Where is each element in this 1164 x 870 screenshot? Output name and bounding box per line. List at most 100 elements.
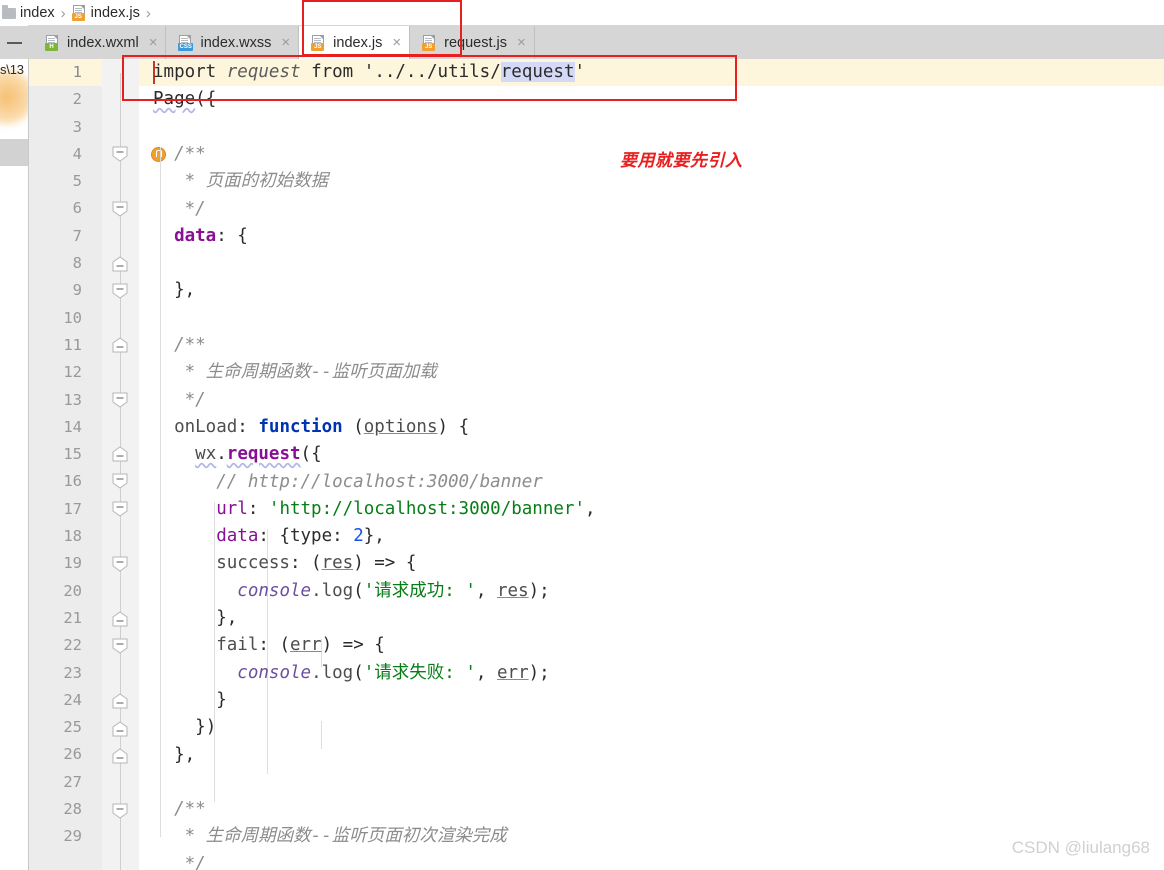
line-number: 13 <box>63 390 82 409</box>
line-number: 20 <box>63 581 82 600</box>
line-number: 22 <box>63 636 82 655</box>
line-number: 3 <box>72 117 82 136</box>
line-number: 11 <box>63 335 82 354</box>
fold-marker-open[interactable] <box>110 281 130 301</box>
line-number: 18 <box>63 527 82 546</box>
code-line[interactable]: onLoad: function (options) { <box>139 414 469 441</box>
breadcrumb-label: index.js <box>90 5 140 21</box>
left-tool-strip: s\13 <box>0 0 29 870</box>
line-number: 1 <box>72 63 82 81</box>
code-line[interactable]: success: (res) => { <box>139 550 416 577</box>
indent-guide <box>321 721 322 749</box>
code-line[interactable]: import request from '../../utils/request… <box>139 59 585 86</box>
code-line[interactable]: /** <box>139 141 206 168</box>
code-line[interactable]: }, <box>139 742 195 769</box>
fold-marker-open[interactable] <box>110 144 130 164</box>
line-number: 24 <box>63 690 82 709</box>
fold-marker-open[interactable] <box>110 390 130 410</box>
line-number: 9 <box>72 281 82 300</box>
breadcrumb-separator-icon: › <box>60 4 66 22</box>
code-line[interactable]: * 生命周期函数--监听页面初次渲染完成 <box>139 823 507 850</box>
fold-marker-open[interactable] <box>110 499 130 519</box>
close-icon[interactable]: × <box>516 35 527 50</box>
annotation-note: 要用就要先引入 <box>620 151 743 171</box>
code-surface[interactable]: import request from '../../utils/request… <box>139 59 1164 870</box>
hide-tabs-button[interactable] <box>3 34 25 52</box>
code-line[interactable] <box>139 114 153 141</box>
close-icon[interactable]: × <box>391 35 402 50</box>
fold-marker-close[interactable] <box>110 719 130 739</box>
code-line[interactable]: } <box>139 687 227 714</box>
tab-label: index.js <box>333 34 383 51</box>
fold-marker-close[interactable] <box>110 444 130 464</box>
code-line[interactable]: /** <box>139 796 206 823</box>
code-line[interactable]: Page({ <box>139 86 216 113</box>
fold-marker-open[interactable] <box>110 554 130 574</box>
close-icon[interactable]: × <box>148 35 159 50</box>
breadcrumb-item-index-js[interactable]: JS index.js <box>71 5 140 21</box>
line-number: 16 <box>63 472 82 491</box>
wxss-file-icon: CSS <box>178 34 193 51</box>
fold-marker-open[interactable] <box>110 636 130 656</box>
code-line[interactable]: console.log('请求失败: ', err); <box>139 660 549 687</box>
code-line[interactable] <box>139 305 153 332</box>
code-line[interactable]: * 页面的初始数据 <box>139 168 329 195</box>
fold-marker-close[interactable] <box>110 746 130 766</box>
line-number: 12 <box>63 363 82 382</box>
code-line[interactable] <box>139 769 153 796</box>
breadcrumb: index › JS index.js › <box>0 0 1164 26</box>
tab-index-wxml[interactable]: H index.wxml × <box>33 26 167 59</box>
fold-marker-close[interactable] <box>110 609 130 629</box>
code-line[interactable]: * 生命周期函数--监听页面加载 <box>139 359 437 386</box>
code-line[interactable]: }, <box>139 277 195 304</box>
line-number: 23 <box>63 663 82 682</box>
line-number: 8 <box>72 254 82 273</box>
line-number: 17 <box>63 499 82 518</box>
code-editor[interactable]: 1 2 3 4 5 6 7 8 9 10 11 12 13 14 15 16 17 18 19 20 21 22 23 24 2… <box>28 59 1164 870</box>
js-file-icon: JS <box>311 34 326 51</box>
code-line[interactable]: data: { <box>139 223 248 250</box>
line-number-list: 1 2 3 4 5 6 7 8 9 10 11 12 13 14 15 16 17 18 19 20 21 22 23 24 2… <box>28 59 86 851</box>
line-number: 25 <box>63 718 82 737</box>
line-number-gutter[interactable]: 1 2 3 4 5 6 7 8 9 10 11 12 13 14 15 16 17 18 19 20 21 22 23 24 2… <box>28 59 103 870</box>
strip-gray-block <box>0 139 28 166</box>
code-line[interactable]: url: 'http://localhost:3000/banner', <box>139 496 595 523</box>
js-badge: JS <box>311 42 325 51</box>
fold-marker-close[interactable] <box>110 335 130 355</box>
line-number: 21 <box>63 608 82 627</box>
code-line[interactable]: */ <box>139 387 206 414</box>
tab-index-js[interactable]: JS index.js × <box>299 26 411 59</box>
code-line[interactable]: data: {type: 2}, <box>139 523 385 550</box>
line-number: 4 <box>72 144 82 163</box>
breadcrumb-item-index[interactable]: index <box>2 4 55 21</box>
tab-label: index.wxml <box>67 34 139 51</box>
code-line[interactable]: /** <box>139 332 206 359</box>
code-line[interactable]: }) <box>139 714 216 741</box>
close-icon[interactable]: × <box>280 35 291 50</box>
fold-marker-open[interactable] <box>110 199 130 219</box>
line-number: 6 <box>72 199 82 218</box>
line-number: 5 <box>72 172 82 191</box>
fold-marker-close[interactable] <box>110 691 130 711</box>
folder-icon <box>2 4 16 19</box>
line-number: 15 <box>63 445 82 464</box>
code-line[interactable]: }, <box>139 605 237 632</box>
code-line[interactable]: */ <box>139 851 206 870</box>
code-folding-gutter[interactable] <box>102 59 140 870</box>
code-line[interactable]: console.log('请求成功: ', res); <box>139 578 549 605</box>
code-line[interactable]: // http://localhost:3000/banner <box>139 469 543 496</box>
fold-marker-open[interactable] <box>110 801 130 821</box>
fold-marker-close[interactable] <box>110 254 130 274</box>
tab-index-wxss[interactable]: CSS index.wxss × <box>166 26 300 59</box>
line-number: 10 <box>63 308 82 327</box>
tab-request-js[interactable]: JS request.js × <box>410 26 535 59</box>
tab-list: H index.wxml × CSS index.wxss × JS index… <box>33 26 535 59</box>
code-line[interactable] <box>139 250 153 277</box>
code-line[interactable]: fail: (err) => { <box>139 632 385 659</box>
code-line[interactable]: wx.request({ <box>139 441 321 468</box>
code-line[interactable]: */ <box>139 196 206 223</box>
fold-marker-open[interactable] <box>110 471 130 491</box>
js-file-icon: JS <box>71 5 87 21</box>
tab-label: request.js <box>444 34 507 51</box>
js-badge: JS <box>71 13 85 21</box>
